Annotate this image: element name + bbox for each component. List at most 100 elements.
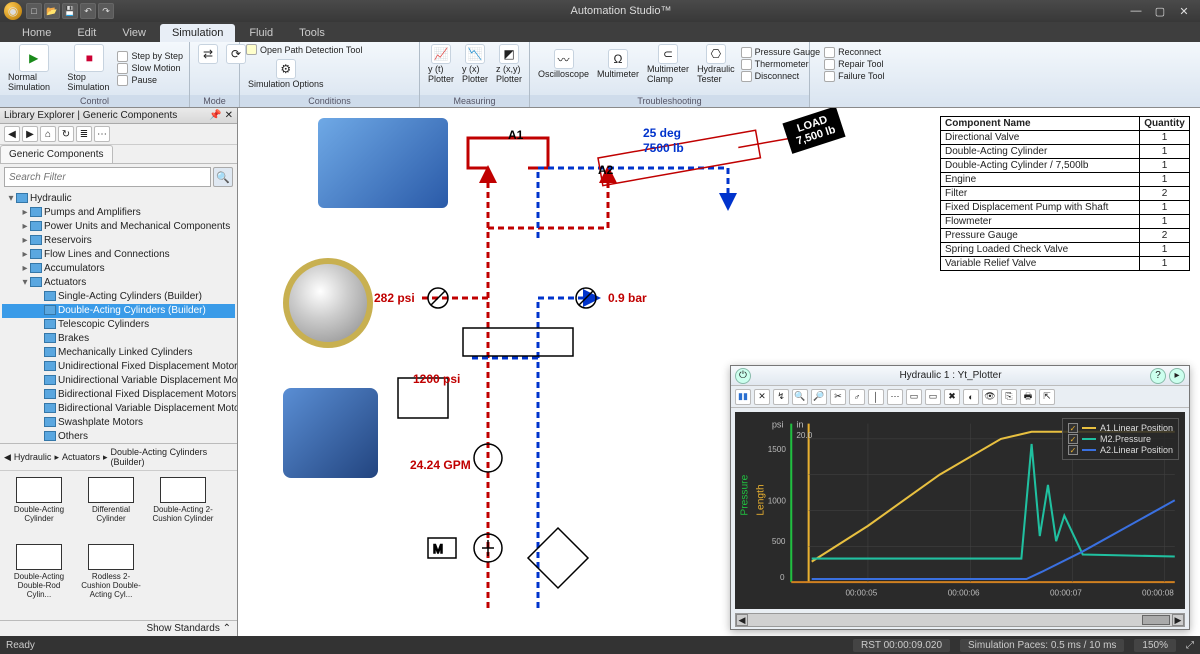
mode-button[interactable]: ⇄	[196, 44, 220, 64]
tab-edit[interactable]: Edit	[65, 24, 108, 42]
reconnect-button[interactable]: Reconnect	[824, 47, 884, 58]
tab-simulation[interactable]: Simulation	[160, 24, 235, 42]
tree-node[interactable]: Double-Acting Cylinders (Builder)	[2, 304, 235, 318]
palette-item[interactable]: Double-Acting 2-Cushion Cylinder	[150, 477, 216, 538]
plot-tool-icon[interactable]: ▭	[925, 389, 941, 405]
plot-power-icon[interactable]: ⏻	[735, 368, 751, 384]
plot-tool-icon[interactable]: ✕	[754, 389, 770, 405]
tree-node[interactable]: ▾Actuators	[2, 276, 235, 290]
step-button[interactable]: Step by Step	[117, 51, 183, 62]
tree-node[interactable]: Unidirectional Variable Displacement Mot…	[2, 374, 235, 388]
palette-item[interactable]: Differential Cylinder	[78, 477, 144, 538]
hydraulic-tester-button[interactable]: ⎔Hydraulic Tester	[695, 44, 737, 84]
show-standards-button[interactable]: Show Standards ⌃	[0, 620, 237, 636]
oscilloscope-button[interactable]: 〰Oscilloscope	[536, 49, 591, 79]
lib-fwd-icon[interactable]: ▶	[22, 126, 38, 142]
multimeter-button[interactable]: ΩMultimeter	[595, 49, 641, 79]
normal-sim-button[interactable]: ▶Normal Simulation	[6, 44, 61, 92]
scroll-thumb[interactable]	[1142, 615, 1170, 625]
status-zoom[interactable]: 150%	[1134, 639, 1176, 652]
qat-save-icon[interactable]: 💾	[62, 3, 78, 19]
lib-opt-icon[interactable]: ⋯	[94, 126, 110, 142]
tree-node[interactable]: ▸Flow Lines and Connections	[2, 248, 235, 262]
tree-node[interactable]: Bidirectional Variable Displacement Moto…	[2, 402, 235, 416]
plot-tool-icon[interactable]: ▭	[906, 389, 922, 405]
lib-home-icon[interactable]: ⌂	[40, 126, 56, 142]
tree-node[interactable]: ▸Accumulators	[2, 262, 235, 276]
lib-refresh-icon[interactable]: ↻	[58, 126, 74, 142]
plot-tool-icon[interactable]: ⇱	[1039, 389, 1055, 405]
tree-node[interactable]: Unidirectional Fixed Displacement Motors	[2, 360, 235, 374]
lib-back-icon[interactable]: ◀	[4, 126, 20, 142]
plot-tool-icon[interactable]: 🖶	[1020, 389, 1036, 405]
yt-plotter-button[interactable]: 📈y (t) Plotter	[426, 44, 456, 84]
plot-tool-icon[interactable]: ⎘	[1001, 389, 1017, 405]
maximize-icon[interactable]: ▢	[1152, 5, 1168, 18]
qat-undo-icon[interactable]: ↶	[80, 3, 96, 19]
zxy-plotter-button[interactable]: ◩z (x,y) Plotter	[494, 44, 524, 84]
disconnect-button[interactable]: Disconnect	[741, 71, 821, 82]
qat-new-icon[interactable]: □	[26, 3, 42, 19]
palette-item[interactable]: Double-Acting Cylinder	[6, 477, 72, 538]
palette-item[interactable]: Double-Acting Double-Rod Cylin...	[6, 544, 72, 614]
plot-tool-icon[interactable]: 🔍	[792, 389, 808, 405]
library-tree[interactable]: ▾Hydraulic▸Pumps and Amplifiers▸Power Un…	[0, 190, 237, 443]
lib-tab-generic[interactable]: Generic Components	[0, 145, 113, 163]
search-input[interactable]	[4, 167, 211, 187]
scroll-right-icon[interactable]: ▶	[1172, 614, 1184, 626]
tree-node[interactable]: Single-Acting Cylinders (Builder)	[2, 290, 235, 304]
slow-button[interactable]: Slow Motion	[117, 63, 183, 74]
thermometer-button[interactable]: Thermometer	[741, 59, 821, 70]
plot-area[interactable]: Pressure Length psiin 20.0 1500 1000 500…	[735, 412, 1185, 609]
tree-node[interactable]: ▸Reservoirs	[2, 234, 235, 248]
plotter-window[interactable]: ⏻ Hydraulic 1 : Yt_Plotter ?▸ ▮▮ ✕↯ 🔍🔎 ✂…	[730, 365, 1190, 630]
pressure-gauge-button[interactable]: Pressure Gauge	[741, 47, 821, 58]
plot-tool-icon[interactable]: ◐	[963, 389, 979, 405]
palette-item[interactable]: Rodless 2-Cushion Double-Acting Cyl...	[78, 544, 144, 614]
open-path-button[interactable]: Open Path Detection Tool	[246, 44, 362, 55]
close-icon[interactable]: ✕	[1176, 5, 1192, 18]
repair-tool-button[interactable]: Repair Tool	[824, 59, 884, 70]
plot-help-icon[interactable]: ?	[1150, 368, 1166, 384]
tree-node[interactable]: Swashplate Motors	[2, 416, 235, 430]
tree-node[interactable]: ▾Hydraulic	[2, 192, 235, 206]
pin-icon[interactable]: 📌	[209, 110, 221, 121]
yx-plotter-button[interactable]: 📉y (x) Plotter	[460, 44, 490, 84]
minimize-icon[interactable]: —	[1128, 5, 1144, 18]
failure-tool-button[interactable]: Failure Tool	[824, 71, 884, 82]
status-expand-icon[interactable]: ⤢	[1186, 640, 1194, 651]
search-go-icon[interactable]: 🔍	[213, 167, 233, 187]
tab-home[interactable]: Home	[10, 24, 63, 42]
app-orb[interactable]: ◉	[4, 2, 22, 20]
qat-redo-icon[interactable]: ↷	[98, 3, 114, 19]
tree-node[interactable]: Telescopic Cylinders	[2, 318, 235, 332]
plot-pause-icon[interactable]: ▮▮	[735, 389, 751, 405]
lib-tree-icon[interactable]: ≣	[76, 126, 92, 142]
tab-tools[interactable]: Tools	[287, 24, 337, 42]
plot-tool-icon[interactable]: ✖	[944, 389, 960, 405]
plot-tool-icon[interactable]: ♂	[849, 389, 865, 405]
pause-button[interactable]: Pause	[117, 75, 183, 86]
scroll-left-icon[interactable]: ◀	[736, 614, 748, 626]
plot-tool-icon[interactable]: ↯	[773, 389, 789, 405]
tree-node[interactable]: Brakes	[2, 332, 235, 346]
plot-tool-icon[interactable]: ✂	[830, 389, 846, 405]
tree-node[interactable]: Others	[2, 430, 235, 443]
library-breadcrumb[interactable]: ◀Hydraulic▸ Actuators▸ Double-Acting Cyl…	[0, 443, 237, 470]
plot-expand-icon[interactable]: ▸	[1169, 368, 1185, 384]
panel-close-icon[interactable]: ✕	[225, 110, 233, 121]
schematic-canvas[interactable]: M A1 A2 25 deg 7500 lb 282 psi 0.9 bar 1…	[238, 108, 1200, 636]
qat-open-icon[interactable]: 📂	[44, 3, 60, 19]
tree-node[interactable]: ▸Power Units and Mechanical Components	[2, 220, 235, 234]
tab-view[interactable]: View	[110, 24, 158, 42]
plot-tool-icon[interactable]: 🔎	[811, 389, 827, 405]
stop-sim-button[interactable]: ■Stop Simulation	[65, 44, 113, 92]
tree-node[interactable]: Bidirectional Fixed Displacement Motors	[2, 388, 235, 402]
plot-tool-icon[interactable]: ⋯	[887, 389, 903, 405]
plot-tool-icon[interactable]: │	[868, 389, 884, 405]
tree-node[interactable]: ▸Pumps and Amplifiers	[2, 206, 235, 220]
tree-node[interactable]: Mechanically Linked Cylinders	[2, 346, 235, 360]
plot-scrollbar[interactable]: ◀ ▶	[735, 613, 1185, 627]
multimeter-clamp-button[interactable]: ⊂Multimeter Clamp	[645, 44, 691, 84]
sim-options-button[interactable]: ⚙Simulation Options	[246, 59, 326, 89]
